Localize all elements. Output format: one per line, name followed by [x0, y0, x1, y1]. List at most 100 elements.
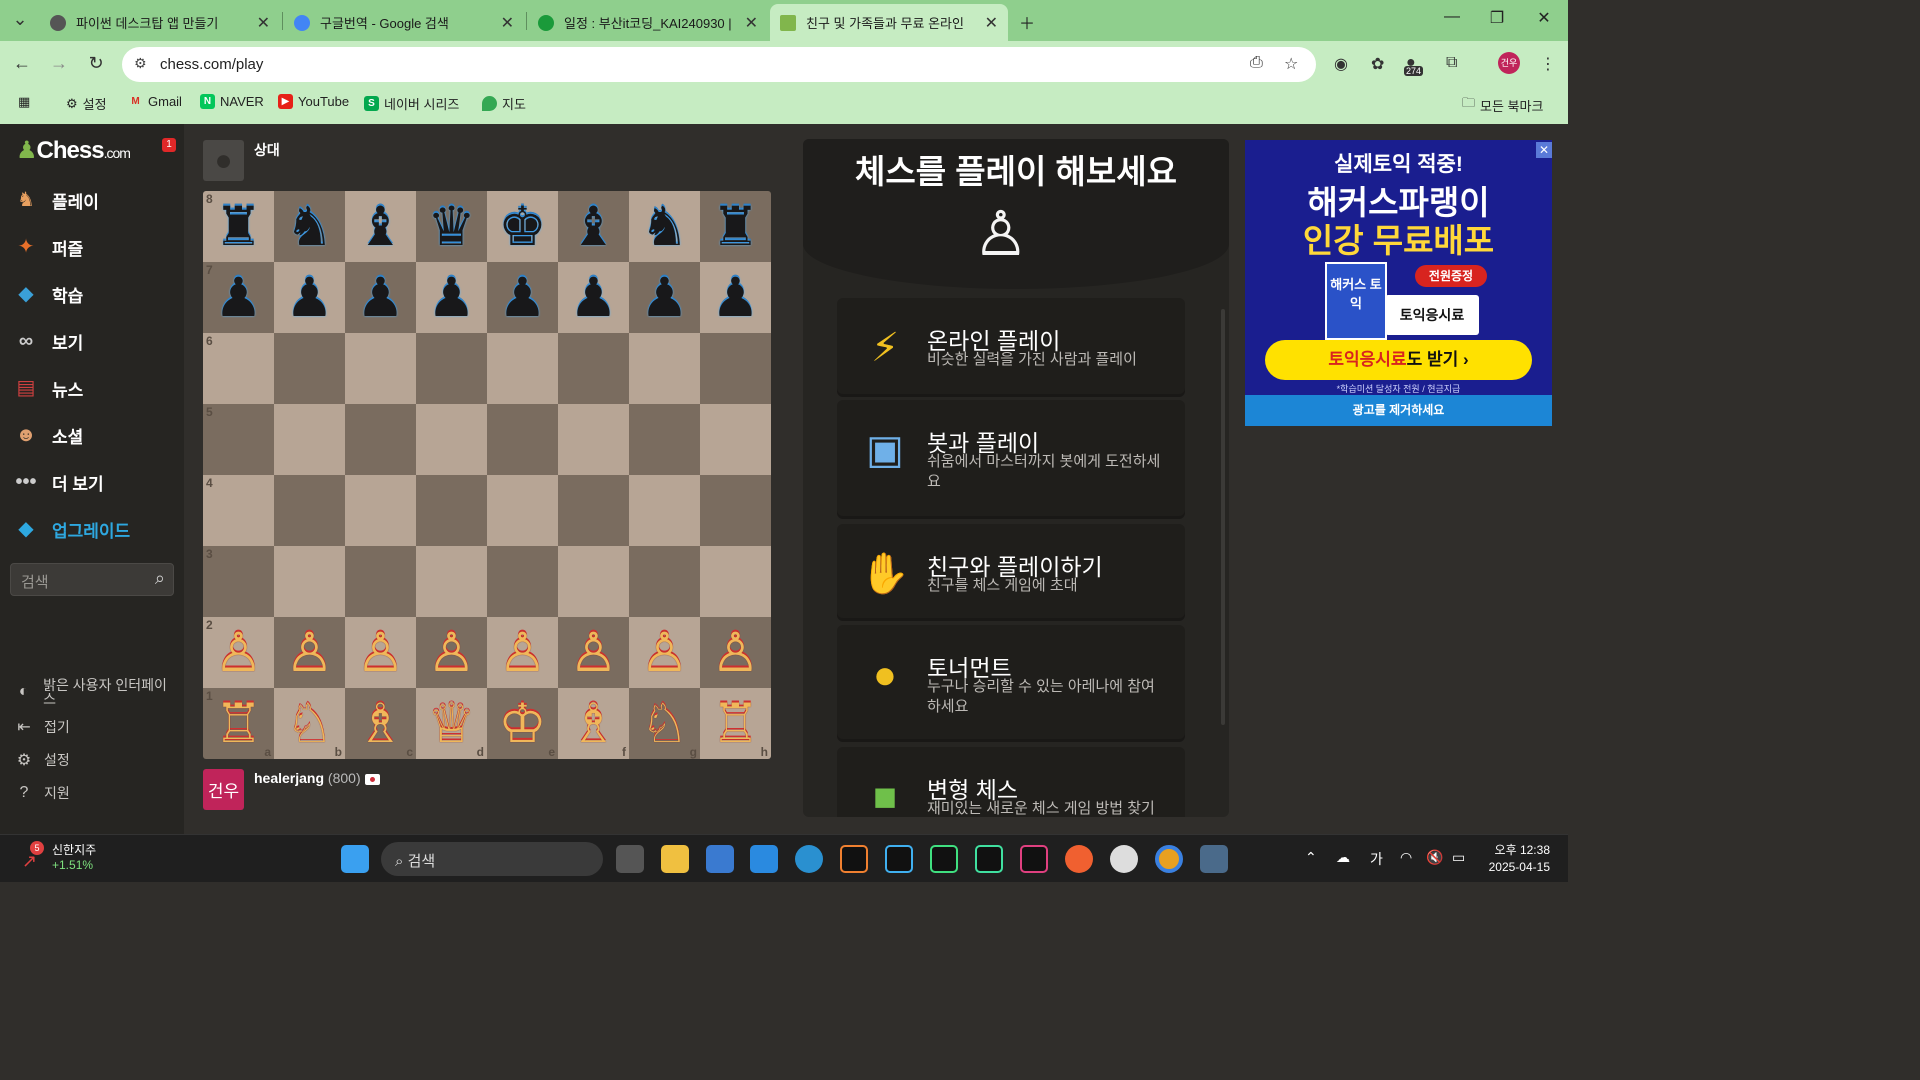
board-square-g5[interactable] [629, 404, 700, 475]
board-square-b1[interactable]: b ♘ [274, 688, 345, 759]
black-piece[interactable]: ♟ [711, 271, 759, 325]
board-square-f8[interactable]: ♝ [558, 191, 629, 262]
board-square-d1[interactable]: d ♕ [416, 688, 487, 759]
settings-link[interactable]: ⚙ 설정 [14, 750, 70, 770]
chess-board[interactable]: 8 ♜ ♞ ♝ ♛ ♚ ♝ ♞ ♜ 7 ♟ ♟ ♟ ♟ ♟ ♟ ♟ ♟ 6 5 4 3 2 ♙ ♙ ♙ ♙ ♙ ♙ ♙ ♙ 1 a ♖ b ♘ c ♗ d ♕… [203, 191, 771, 759]
black-piece[interactable]: ♟ [427, 271, 475, 325]
board-square-d8[interactable]: ♛ [416, 191, 487, 262]
sidebar-item-watch[interactable]: ∞ 보기 [12, 327, 83, 355]
bookmark-settings[interactable]: ⚙ 설정 [66, 94, 107, 113]
board-square-c8[interactable]: ♝ [345, 191, 416, 262]
tab-schedule[interactable]: 일정 : 부산it코딩_KAI240930 | ✕ [528, 4, 768, 41]
board-square-f5[interactable] [558, 404, 629, 475]
player-name[interactable]: healerjang [254, 770, 324, 786]
white-piece[interactable]: ♙ [285, 626, 333, 680]
bookmark-maps[interactable]: 지도 [482, 94, 526, 113]
board-square-d3[interactable] [416, 546, 487, 617]
site-info-icon[interactable]: ⚙ [134, 55, 147, 72]
board-square-g1[interactable]: g ♘ [629, 688, 700, 759]
black-piece[interactable]: ♟ [498, 271, 546, 325]
black-piece[interactable]: ♝ [356, 200, 404, 254]
board-square-h7[interactable]: ♟ [700, 262, 771, 333]
bookmark-star-icon[interactable]: ☆ [1284, 54, 1298, 74]
board-square-f4[interactable] [558, 475, 629, 546]
white-piece[interactable]: ♙ [356, 626, 404, 680]
black-piece[interactable]: ♛ [427, 200, 475, 254]
sidebar-item-upgrade[interactable]: ◆ 업그레이드 [12, 515, 130, 543]
bookmark-gmail[interactable]: M Gmail [128, 94, 182, 109]
board-square-e1[interactable]: e ♔ [487, 688, 558, 759]
white-piece[interactable]: ♗ [356, 697, 404, 751]
address-bar[interactable]: ⚙ chess.com/play ⎙ ☆ [122, 47, 1316, 82]
wifi-icon[interactable]: ◠ [1400, 849, 1412, 866]
extension-icon[interactable]: ◉ [1334, 54, 1348, 74]
search-icon[interactable]: ⌕ [155, 568, 165, 589]
board-square-d6[interactable] [416, 333, 487, 404]
back-icon[interactable]: ← [10, 53, 34, 74]
friend-play-card[interactable]: ✋ 친구와 플레이하기 친구를 체스 게임에 초대 [837, 524, 1185, 618]
board-square-e7[interactable]: ♟ [487, 262, 558, 333]
board-square-a5[interactable]: 5 [203, 404, 274, 475]
black-piece[interactable]: ♟ [285, 271, 333, 325]
apps-grid-icon[interactable]: ▦ [18, 94, 30, 110]
remove-ads-link[interactable]: 광고를 제거하세요 [1245, 395, 1552, 426]
extension-icon[interactable]: ✿ [1371, 54, 1384, 74]
sidebar-item-more[interactable]: ••• 더 보기 [12, 468, 103, 496]
reload-icon[interactable]: ↻ [84, 53, 108, 74]
all-bookmarks[interactable]: 🗀 모든 북마크 [1462, 94, 1543, 116]
board-square-g3[interactable] [629, 546, 700, 617]
board-square-g7[interactable]: ♟ [629, 262, 700, 333]
chess-logo[interactable]: ♟Chess.com [16, 136, 131, 165]
board-square-d7[interactable]: ♟ [416, 262, 487, 333]
board-square-f2[interactable]: ♙ [558, 617, 629, 688]
board-square-b6[interactable] [274, 333, 345, 404]
white-piece[interactable]: ♘ [640, 697, 688, 751]
board-square-c3[interactable] [345, 546, 416, 617]
tab-close-icon[interactable]: ✕ [745, 13, 758, 33]
board-square-a2[interactable]: 2 ♙ [203, 617, 274, 688]
board-square-e8[interactable]: ♚ [487, 191, 558, 262]
tab-python-app[interactable]: 파이썬 데스크탑 앱 만들기 ✕ [40, 4, 280, 41]
white-piece[interactable]: ♙ [569, 626, 617, 680]
chrome-icon[interactable] [1155, 845, 1183, 873]
board-square-h2[interactable]: ♙ [700, 617, 771, 688]
tab-search-icon[interactable]: ⌄ [8, 9, 32, 30]
white-piece[interactable]: ♖ [711, 697, 759, 751]
volume-mute-icon[interactable]: 🔇 [1426, 849, 1443, 866]
tab-close-icon[interactable]: ✕ [501, 13, 514, 33]
close-window-button[interactable]: ✕ [1529, 8, 1559, 28]
battery-icon[interactable]: ▭ [1452, 849, 1465, 866]
board-square-h4[interactable] [700, 475, 771, 546]
white-piece[interactable]: ♘ [285, 697, 333, 751]
white-piece[interactable]: ♙ [214, 626, 262, 680]
player-avatar[interactable]: 건우 [203, 769, 244, 810]
store-icon[interactable] [706, 845, 734, 873]
board-square-g8[interactable]: ♞ [629, 191, 700, 262]
board-square-f1[interactable]: f ♗ [558, 688, 629, 759]
extensions-puzzle-icon[interactable]: ⧉ [1446, 54, 1457, 72]
notification-badge[interactable]: 1 [162, 138, 176, 152]
docker-icon[interactable] [795, 845, 823, 873]
board-square-h8[interactable]: ♜ [700, 191, 771, 262]
black-piece[interactable]: ♝ [569, 200, 617, 254]
board-square-c5[interactable] [345, 404, 416, 475]
pycharm-icon[interactable] [930, 845, 958, 873]
board-square-g4[interactable] [629, 475, 700, 546]
white-piece[interactable]: ♖ [214, 697, 262, 751]
calculator-icon[interactable] [1200, 845, 1228, 873]
taskbar-search[interactable]: ⌕ 검색 [381, 842, 603, 876]
cloud-icon[interactable]: ☁ [1336, 849, 1350, 866]
black-piece[interactable]: ♚ [498, 200, 546, 254]
board-square-f6[interactable] [558, 333, 629, 404]
white-piece[interactable]: ♗ [569, 697, 617, 751]
board-square-h3[interactable] [700, 546, 771, 617]
board-square-h1[interactable]: h ♖ [700, 688, 771, 759]
board-square-b3[interactable] [274, 546, 345, 617]
white-piece[interactable]: ♙ [498, 626, 546, 680]
bookmark-naver[interactable]: N NAVER [200, 94, 264, 109]
board-square-c6[interactable] [345, 333, 416, 404]
board-square-b2[interactable]: ♙ [274, 617, 345, 688]
black-piece[interactable]: ♟ [640, 271, 688, 325]
board-square-e3[interactable] [487, 546, 558, 617]
rider-icon[interactable] [1020, 845, 1048, 873]
